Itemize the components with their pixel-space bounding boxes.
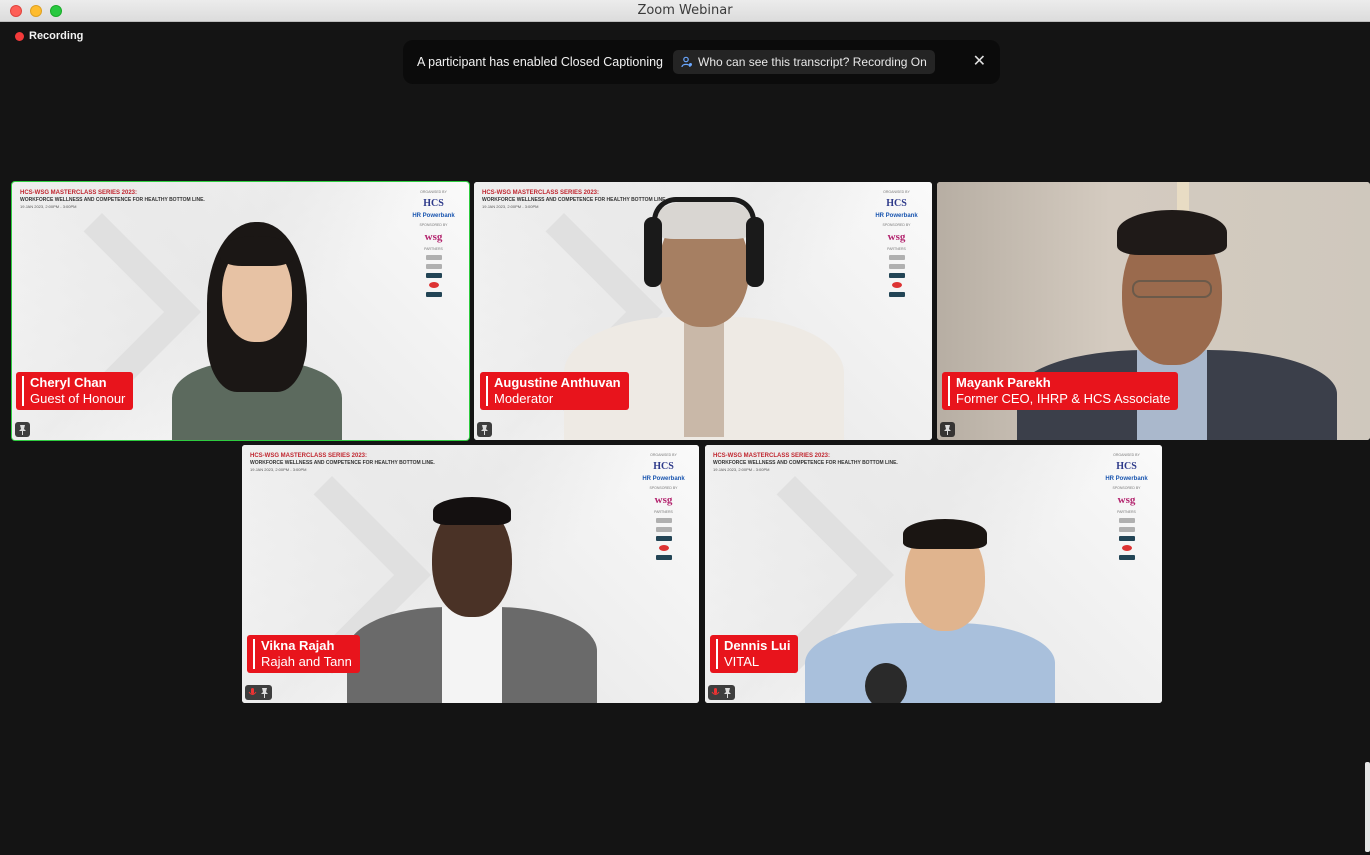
caption-message: A participant has enabled Closed Caption… <box>417 55 664 69</box>
closed-caption-banner: A participant has enabled Closed Caption… <box>403 40 1000 84</box>
video-tile-dennis-lui[interactable]: HCS-WSG MASTERCLASS SERIES 2023: WORKFOR… <box>705 445 1162 703</box>
partner-logo <box>1118 536 1135 541</box>
video-tile-mayank-parekh[interactable]: Mayank Parekh Former CEO, IHRP & HCS Ass… <box>937 182 1370 440</box>
transcript-visibility-button[interactable]: Who can see this transcript? Recording O… <box>673 50 935 74</box>
partner-logo <box>891 282 902 288</box>
recording-indicator[interactable]: Recording <box>15 30 83 42</box>
close-window-button[interactable] <box>10 5 22 17</box>
close-icon[interactable]: ✕ <box>973 54 986 70</box>
slide-header: HCS-WSG MASTERCLASS SERIES 2023: WORKFOR… <box>713 453 898 472</box>
partner-logo <box>425 264 442 269</box>
partner-logo <box>655 536 672 541</box>
participant-status-badge <box>940 422 955 437</box>
sponsor-column: ORGANISED BY HCS HR Powerbank SPONSORED … <box>636 453 691 560</box>
pin-icon <box>19 425 26 435</box>
participant-nameplate: Augustine Anthuvan Moderator <box>480 372 629 410</box>
mic-muted-icon <box>248 688 257 695</box>
video-tile-augustine-anthuvan[interactable]: HCS-WSG MASTERCLASS SERIES 2023: WORKFOR… <box>474 182 932 440</box>
hr-powerbank-logo: HR Powerbank <box>412 213 455 219</box>
hcs-logo: HCS <box>886 198 907 209</box>
partner-logo <box>658 545 669 551</box>
pin-icon <box>724 688 731 698</box>
participant-nameplate: Vikna Rajah Rajah and Tann <box>247 635 360 673</box>
wsg-logo: wsg <box>424 231 443 243</box>
participant-role: VITAL <box>724 654 760 669</box>
sponsor-column: ORGANISED BY HCS HR Powerbank SPONSORED … <box>869 190 924 297</box>
video-tile-cheryl-chan[interactable]: HCS-WSG MASTERCLASS SERIES 2023: WORKFOR… <box>11 181 470 441</box>
hr-powerbank-logo: HR Powerbank <box>875 213 918 219</box>
window-titlebar: Zoom Webinar <box>0 0 1370 22</box>
participant-status-badge <box>708 685 735 700</box>
participant-role: Rajah and Tann <box>261 654 352 669</box>
transcript-link-label: Who can see this transcript? Recording O… <box>698 55 927 69</box>
mic-muted-icon <box>711 688 720 695</box>
recording-dot-icon <box>15 31 24 41</box>
wsg-logo: wsg <box>1117 494 1136 506</box>
slide-header: HCS-WSG MASTERCLASS SERIES 2023: WORKFOR… <box>250 453 435 472</box>
participant-video <box>805 519 1065 703</box>
participant-name: Vikna Rajah <box>261 638 335 653</box>
window-title: Zoom Webinar <box>637 3 733 18</box>
partner-logo <box>888 273 905 278</box>
partner-logo <box>655 518 672 523</box>
pin-icon <box>261 688 268 698</box>
hcs-logo: HCS <box>423 198 444 209</box>
partner-logo <box>655 555 672 560</box>
participant-nameplate: Mayank Parekh Former CEO, IHRP & HCS Ass… <box>942 372 1179 410</box>
participant-name: Cheryl Chan <box>30 375 107 390</box>
partner-logo <box>888 255 905 260</box>
participant-status-badge <box>245 685 272 700</box>
partner-logo <box>1121 545 1132 551</box>
hcs-logo: HCS <box>653 461 674 472</box>
slide-header: HCS-WSG MASTERCLASS SERIES 2023: WORKFOR… <box>20 190 205 209</box>
partner-logo <box>1118 518 1135 523</box>
sponsor-column: ORGANISED BY HCS HR Powerbank SPONSORED … <box>406 190 461 297</box>
participant-role: Moderator <box>494 391 554 406</box>
partner-logo <box>425 255 442 260</box>
hr-powerbank-logo: HR Powerbank <box>1105 476 1148 482</box>
participant-nameplate: Cheryl Chan Guest of Honour <box>16 372 134 410</box>
fullscreen-window-button[interactable] <box>50 5 62 17</box>
partner-logo <box>1118 527 1135 532</box>
participant-status-badge <box>15 422 30 437</box>
meeting-stage: Recording A participant has enabled Clos… <box>0 22 1370 855</box>
participant-video <box>162 222 342 440</box>
hr-powerbank-logo: HR Powerbank <box>642 476 685 482</box>
partner-logo <box>425 273 442 278</box>
partner-logo <box>428 282 439 288</box>
pin-icon <box>481 425 488 435</box>
participant-video <box>347 497 597 703</box>
pin-icon <box>944 425 951 435</box>
sponsor-column: ORGANISED BY HCS HR Powerbank SPONSORED … <box>1099 453 1154 560</box>
minimize-window-button[interactable] <box>30 5 42 17</box>
window-controls <box>10 5 62 17</box>
partner-logo <box>425 292 442 297</box>
partner-logo <box>888 292 905 297</box>
partner-logo <box>655 527 672 532</box>
scrollbar[interactable] <box>1365 762 1370 852</box>
participant-nameplate: Dennis Lui VITAL <box>710 635 799 673</box>
participant-name: Augustine Anthuvan <box>494 375 621 390</box>
wsg-logo: wsg <box>654 494 673 506</box>
person-icon <box>681 56 693 68</box>
recording-label: Recording <box>29 30 84 42</box>
participant-role: Guest of Honour <box>30 391 126 406</box>
participant-name: Dennis Lui <box>724 638 791 653</box>
hcs-logo: HCS <box>1116 461 1137 472</box>
participant-name: Mayank Parekh <box>956 375 1051 390</box>
video-tile-vikna-rajah[interactable]: HCS-WSG MASTERCLASS SERIES 2023: WORKFOR… <box>242 445 699 703</box>
partner-logo <box>1118 555 1135 560</box>
participant-role: Former CEO, IHRP & HCS Associate <box>956 391 1171 406</box>
wsg-logo: wsg <box>887 231 906 243</box>
partner-logo <box>888 264 905 269</box>
participant-status-badge <box>477 422 492 437</box>
